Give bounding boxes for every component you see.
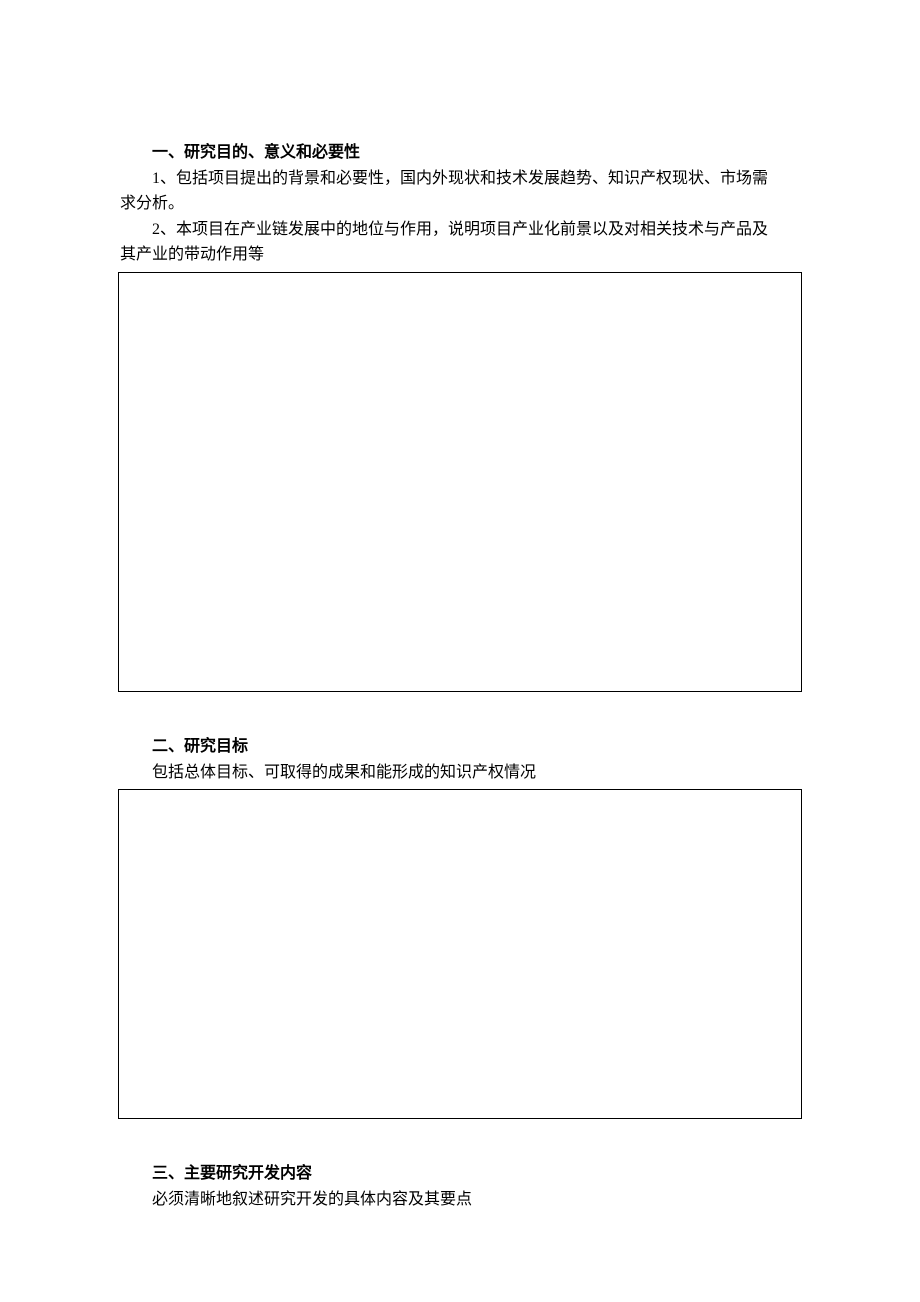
document-page: 一、研究目的、意义和必要性 1、包括项目提出的背景和必要性，国内外现状和技术发展… — [0, 0, 920, 1212]
section-1-input-box[interactable] — [118, 272, 802, 692]
section-2-line-1: 包括总体目标、可取得的成果和能形成的知识产权情况 — [120, 760, 800, 786]
spacer — [120, 1119, 800, 1161]
section-1-line-4: 其产业的带动作用等 — [120, 242, 800, 268]
section-1: 一、研究目的、意义和必要性 1、包括项目提出的背景和必要性，国内外现状和技术发展… — [120, 140, 800, 692]
section-2: 二、研究目标 包括总体目标、可取得的成果和能形成的知识产权情况 — [120, 734, 800, 1119]
section-3-line-1: 必须清晰地叙述研究开发的具体内容及其要点 — [120, 1187, 800, 1213]
section-1-heading: 一、研究目的、意义和必要性 — [120, 140, 800, 166]
section-1-line-1: 1、包括项目提出的背景和必要性，国内外现状和技术发展趋势、知识产权现状、市场需 — [120, 166, 800, 192]
section-3: 三、主要研究开发内容 必须清晰地叙述研究开发的具体内容及其要点 — [120, 1161, 800, 1212]
section-3-heading: 三、主要研究开发内容 — [120, 1161, 800, 1187]
spacer — [120, 692, 800, 734]
section-2-heading: 二、研究目标 — [120, 734, 800, 760]
section-2-input-box[interactable] — [118, 789, 802, 1119]
section-1-line-3: 2、本项目在产业链发展中的地位与作用，说明项目产业化前景以及对相关技术与产品及 — [120, 217, 800, 243]
section-1-line-2: 求分析。 — [120, 191, 800, 217]
